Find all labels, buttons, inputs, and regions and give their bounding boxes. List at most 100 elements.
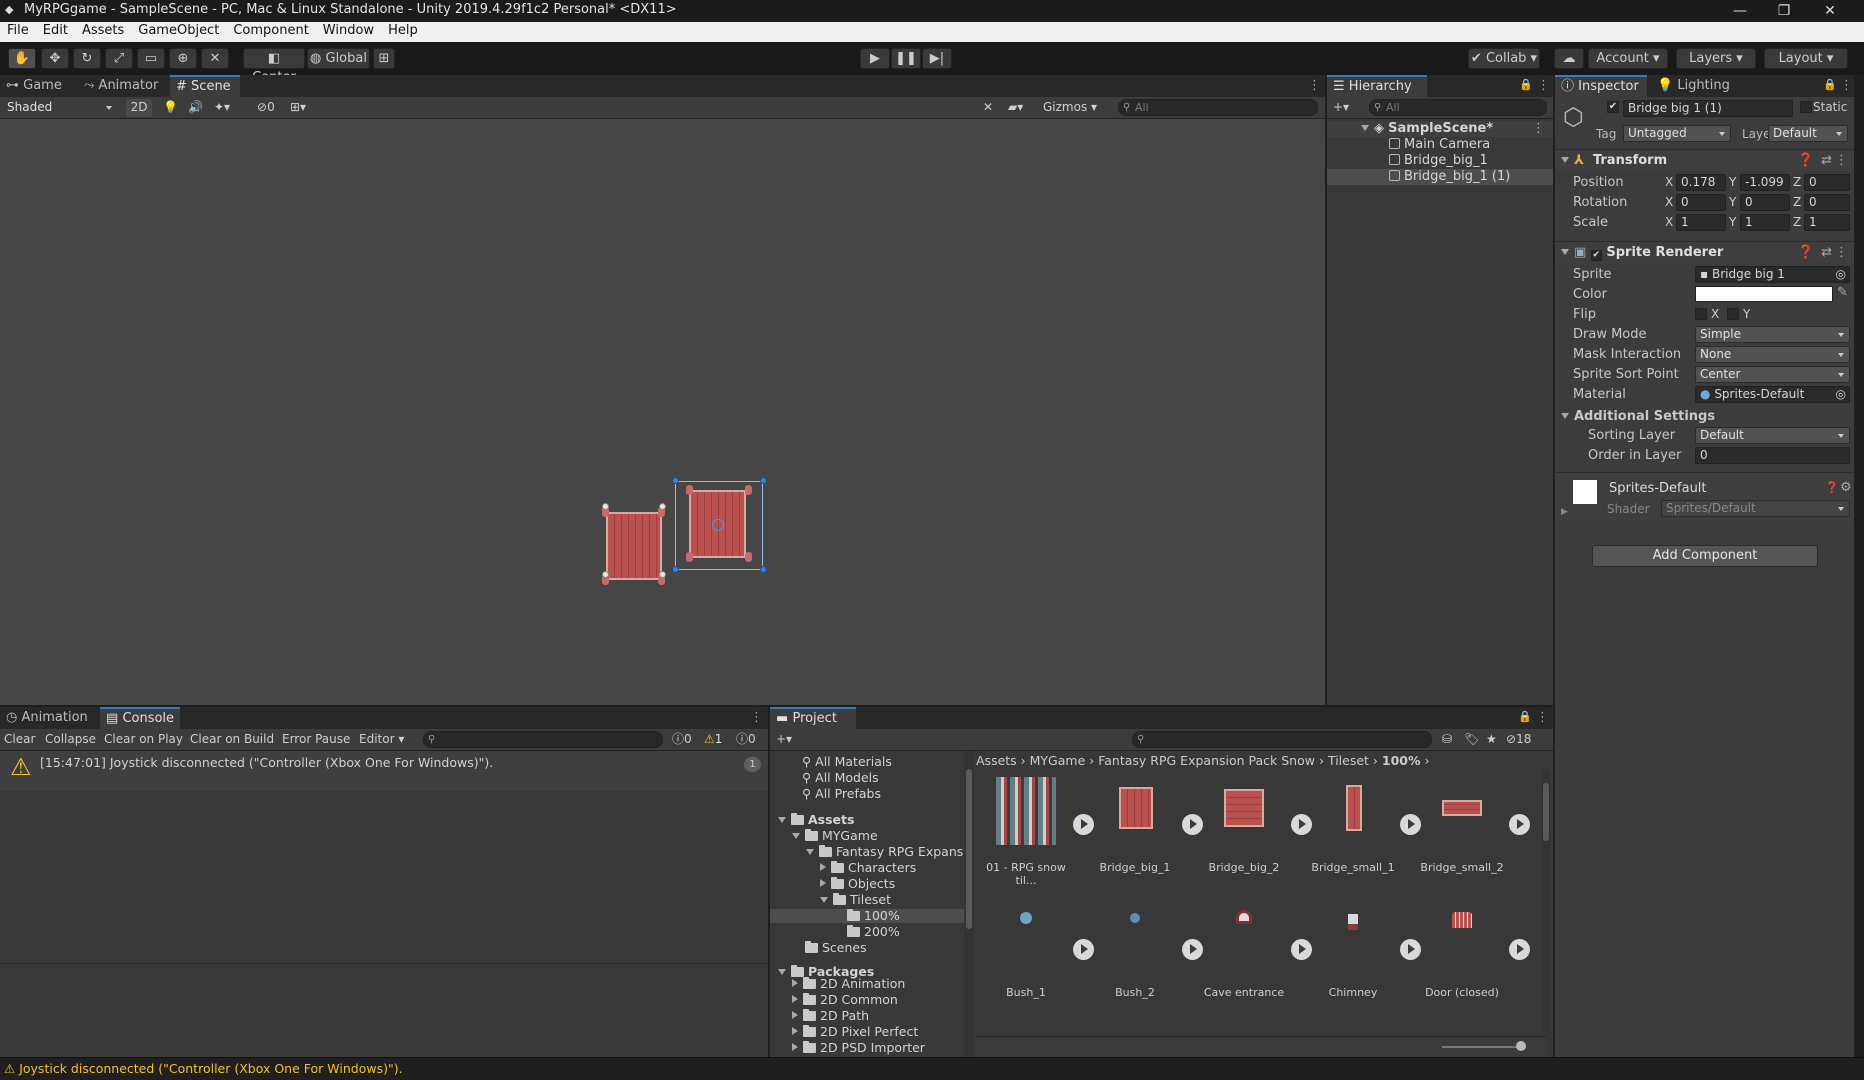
hierarchy-item-bridge-big-1-copy[interactable]: Bridge_big_1 (1) xyxy=(1327,169,1553,185)
search-by-type-icon[interactable]: ⛁ xyxy=(1442,731,1452,749)
create-dropdown-icon[interactable]: +▾ xyxy=(1333,99,1349,117)
console-editor-dropdown[interactable]: Editor ▾ xyxy=(359,731,404,749)
folder-tileset[interactable]: Tileset xyxy=(770,893,964,907)
lock-icon[interactable]: 🔒 xyxy=(1823,78,1837,91)
expand-arrow-icon[interactable]: ▶ xyxy=(1561,507,1568,517)
asset-bush-1[interactable]: Bush_1 xyxy=(980,902,1072,1012)
rotation-x-label[interactable]: X xyxy=(1665,195,1673,209)
hierarchy-search-input[interactable]: ⚲ All xyxy=(1369,99,1547,116)
menu-component[interactable]: Component xyxy=(226,22,315,38)
breadcrumb-mygame[interactable]: MYGame xyxy=(1030,753,1086,768)
folder-assets[interactable]: Assets xyxy=(770,813,964,827)
position-y-field[interactable]: -1.099 xyxy=(1740,174,1790,191)
scene-menu-icon[interactable]: ⋮ xyxy=(1308,78,1321,93)
component-menu-icon[interactable]: ⋮ xyxy=(1835,150,1848,172)
sprite-sort-point-dropdown[interactable]: Center xyxy=(1695,366,1850,383)
flip-x-checkbox[interactable] xyxy=(1695,308,1707,320)
shading-mode-dropdown[interactable]: Shaded xyxy=(2,99,118,116)
position-x-field[interactable]: 0.178 xyxy=(1676,174,1726,191)
preset-icon[interactable]: ⇄ xyxy=(1821,242,1832,264)
slider-handle[interactable] xyxy=(1516,1041,1526,1051)
console-collapse-button[interactable]: Collapse xyxy=(45,731,96,749)
custom-tool-icon[interactable]: ✕ xyxy=(201,48,229,69)
collapse-arrow-icon[interactable] xyxy=(792,1027,798,1035)
tab-scene[interactable]: # Scene xyxy=(170,75,240,97)
sprite-corner-handle[interactable] xyxy=(659,503,666,510)
asset-bridge-big-2[interactable]: Bridge_big_2 xyxy=(1198,777,1290,887)
folder-mygame[interactable]: MYGame xyxy=(770,829,964,843)
material-field[interactable]: ● Sprites-Default ◎ xyxy=(1695,386,1850,403)
move-tool-icon[interactable]: ✥ xyxy=(41,48,69,69)
collapse-arrow-icon[interactable] xyxy=(1561,249,1569,255)
add-component-button[interactable]: Add Component xyxy=(1592,545,1818,567)
eyedropper-icon[interactable]: ✎ xyxy=(1837,285,1848,300)
console-error-pause-button[interactable]: Error Pause xyxy=(282,731,350,749)
step-button[interactable]: ▶| xyxy=(922,48,952,69)
tab-project[interactable]: ▬ Project xyxy=(770,707,856,729)
settings-gear-icon[interactable]: ⚙ xyxy=(1840,480,1852,495)
folder-tree-scrollbar[interactable] xyxy=(964,751,974,1057)
expand-arrow-icon[interactable] xyxy=(806,849,814,855)
folder-fantasy-rpg-expansion[interactable]: Fantasy RPG Expansion xyxy=(770,845,964,859)
shader-dropdown[interactable]: Sprites/Default xyxy=(1661,500,1850,517)
search-by-label-icon[interactable]: 🏷 xyxy=(1464,731,1479,749)
object-picker-icon[interactable]: ◎ xyxy=(1836,267,1846,282)
asset-bridge-small-2[interactable]: Bridge_small_2 xyxy=(1416,777,1508,887)
active-checkbox[interactable]: ✔ xyxy=(1607,101,1619,113)
collapse-arrow-icon[interactable] xyxy=(792,979,798,987)
scale-z-label[interactable]: Z xyxy=(1793,215,1801,229)
scale-y-field[interactable]: 1 xyxy=(1740,214,1790,231)
asset-bridge-big-1[interactable]: Bridge_big_1 xyxy=(1089,777,1181,887)
rect-corner-handle[interactable] xyxy=(760,566,767,573)
collapse-arrow-icon[interactable] xyxy=(820,863,826,871)
sprite-corner-handle[interactable] xyxy=(659,571,666,578)
pivot-gizmo-icon[interactable] xyxy=(712,519,724,531)
rotation-y-field[interactable]: 0 xyxy=(1740,194,1790,211)
thumbnail-size-slider[interactable] xyxy=(1442,1046,1522,1048)
play-button[interactable]: ▶ xyxy=(860,48,890,69)
minimize-button[interactable]: — xyxy=(1718,0,1762,22)
folder-scenes[interactable]: Scenes xyxy=(770,941,964,955)
menu-help[interactable]: Help xyxy=(381,22,425,38)
console-detail-divider[interactable] xyxy=(0,963,768,964)
folder-2d-psd-importer[interactable]: 2D PSD Importer xyxy=(770,1041,964,1055)
space-global-button[interactable]: ◍ Global xyxy=(307,48,370,69)
tab-animation[interactable]: ◷ Animation xyxy=(0,707,100,729)
collapse-arrow-icon[interactable] xyxy=(792,1011,798,1019)
object-picker-icon[interactable]: ◎ xyxy=(1836,387,1846,402)
scale-z-field[interactable]: 1 xyxy=(1804,214,1850,231)
breadcrumb-tileset[interactable]: Tileset xyxy=(1328,753,1369,768)
account-dropdown[interactable]: Account ▾ xyxy=(1588,48,1668,69)
tools-icon[interactable]: ✕ xyxy=(983,99,993,117)
position-x-label[interactable]: X xyxy=(1665,175,1673,189)
layout-dropdown[interactable]: Layout ▾ xyxy=(1764,48,1848,69)
console-clear-button[interactable]: Clear xyxy=(4,731,35,749)
bridge-big-1-sprite[interactable] xyxy=(606,512,662,580)
menu-assets[interactable]: Assets xyxy=(75,22,131,38)
expand-arrow-icon[interactable] xyxy=(820,897,828,903)
expand-arrow-icon[interactable] xyxy=(778,817,786,823)
folder-objects[interactable]: Objects xyxy=(770,877,964,891)
additional-settings-foldout[interactable]: Additional Settings xyxy=(1561,408,1715,426)
scale-y-label[interactable]: Y xyxy=(1729,215,1736,229)
sprite-renderer-enabled-checkbox[interactable]: ✔ xyxy=(1590,250,1602,261)
color-swatch[interactable] xyxy=(1695,286,1833,302)
tab-inspector[interactable]: ⓘ Inspector xyxy=(1555,75,1647,97)
rect-corner-handle[interactable] xyxy=(672,566,679,573)
menu-window[interactable]: Window xyxy=(316,22,381,38)
hierarchy-menu-icon[interactable]: ⋮ xyxy=(1537,78,1550,93)
console-menu-icon[interactable]: ⋮ xyxy=(750,710,763,725)
collapse-arrow-icon[interactable] xyxy=(1561,157,1569,163)
rotate-tool-icon[interactable]: ↻ xyxy=(73,48,101,69)
console-search-input[interactable]: ⚲ xyxy=(423,731,663,748)
menu-file[interactable]: File xyxy=(0,22,36,38)
lighting-toggle-icon[interactable]: 💡 xyxy=(163,99,178,117)
flip-y-checkbox[interactable] xyxy=(1727,308,1739,320)
2d-mode-toggle[interactable]: 2D xyxy=(126,99,152,117)
grid-snap-icon[interactable]: ⊞ xyxy=(373,48,395,69)
rect-tool-icon[interactable]: ▭ xyxy=(137,48,165,69)
menu-edit[interactable]: Edit xyxy=(36,22,75,38)
create-asset-dropdown-icon[interactable]: +▾ xyxy=(776,731,792,749)
maximize-button[interactable]: ❐ xyxy=(1762,0,1806,22)
gizmos-dropdown[interactable]: Gizmos ▾ xyxy=(1043,99,1107,117)
